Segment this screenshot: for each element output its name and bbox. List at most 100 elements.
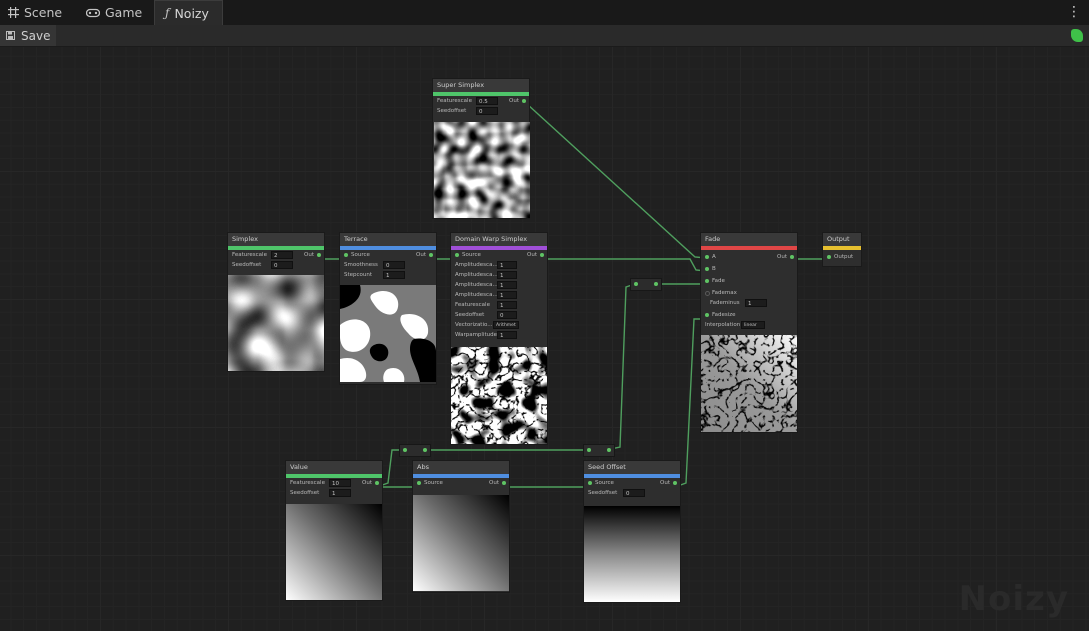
- fadesize-port[interactable]: [705, 313, 709, 317]
- fademax-input[interactable]: 1: [745, 299, 767, 307]
- interpolation-dropdown[interactable]: linear: [741, 321, 765, 329]
- row-fade: Fade: [701, 276, 797, 286]
- param-label: Amplitudesca...: [455, 282, 498, 288]
- param-input[interactable]: 1: [497, 271, 517, 279]
- reroute-in-port[interactable]: [634, 282, 638, 286]
- vectorization-dropdown[interactable]: Arithmet: [493, 321, 519, 329]
- param-input[interactable]: 1: [497, 301, 517, 309]
- param-label: Amplitudesca...: [455, 262, 498, 268]
- node-color-bar: [823, 246, 861, 250]
- wire-supersimplex-fade-a: [526, 103, 707, 259]
- tab-game[interactable]: Game: [86, 0, 142, 25]
- output-port[interactable]: [827, 255, 831, 259]
- param-row: Amplitudesca... 1: [451, 290, 547, 300]
- reroute-out-port[interactable]: [607, 448, 611, 452]
- stepcount-input[interactable]: 1: [383, 271, 405, 279]
- save-label: Save: [21, 28, 51, 43]
- noise-preview: [340, 285, 436, 382]
- param-input[interactable]: 1: [497, 331, 517, 339]
- reroute-out-port[interactable]: [423, 448, 427, 452]
- node-super-simplex[interactable]: Super Simplex Featurescale 0.5 Out Seedo…: [433, 79, 530, 218]
- noise-preview: [286, 504, 382, 600]
- gamepad-icon: [86, 8, 100, 18]
- out-port[interactable]: [317, 253, 321, 257]
- out-label: Out: [660, 480, 670, 486]
- reroute-node[interactable]: [630, 278, 662, 291]
- noise-preview: [413, 495, 509, 591]
- node-seed-offset[interactable]: Seed Offset Source Out Seedoffset 0: [584, 461, 680, 602]
- node-output[interactable]: Output Output: [823, 233, 861, 266]
- out-port[interactable]: [375, 481, 379, 485]
- out-port[interactable]: [429, 253, 433, 257]
- featurescale-input[interactable]: 0.5: [476, 97, 498, 105]
- param-label: Amplitudesca...: [455, 292, 498, 298]
- tab-game-label: Game: [105, 5, 143, 20]
- row-output: Output: [823, 252, 861, 262]
- param-input[interactable]: 1: [497, 281, 517, 289]
- out-port[interactable]: [522, 99, 526, 103]
- reroute-in-port[interactable]: [403, 448, 407, 452]
- node-title: Abs: [413, 461, 509, 474]
- fademax-port[interactable]: [705, 291, 710, 296]
- reroute-out-port[interactable]: [654, 282, 658, 286]
- featurescale-input[interactable]: 10: [329, 479, 351, 487]
- tab-scene[interactable]: Scene: [8, 0, 62, 25]
- row-seedoffset: Seedoffset 0: [228, 260, 324, 270]
- node-fade[interactable]: Fade A Out B Fade Fademax Fademinus 1 Fa…: [701, 233, 797, 432]
- out-port[interactable]: [502, 481, 506, 485]
- graph-canvas[interactable]: Super Simplex Featurescale 0.5 Out Seedo…: [0, 47, 1089, 631]
- node-title: Fade: [701, 233, 797, 246]
- smoothness-input[interactable]: 0: [383, 261, 405, 269]
- seedoffset-label: Seedoffset: [588, 490, 618, 496]
- row-source: Source Out: [451, 250, 547, 260]
- row-stepcount: Stepcount 1: [340, 270, 436, 280]
- out-port[interactable]: [540, 253, 544, 257]
- falloff-label: Fademinus: [710, 300, 740, 306]
- node-title: Output: [823, 233, 861, 246]
- out-port[interactable]: [790, 255, 794, 259]
- seedoffset-input[interactable]: 0: [476, 107, 498, 115]
- node-abs[interactable]: Abs Source Out: [413, 461, 509, 592]
- noise-preview: [584, 506, 680, 602]
- kebab-menu-icon[interactable]: ⋮: [1067, 4, 1081, 20]
- node-domain-warp-simplex[interactable]: Domain Warp Simplex Source Out Amplitude…: [451, 233, 547, 444]
- out-label: Out: [362, 480, 372, 486]
- a-port[interactable]: [705, 255, 709, 259]
- seedoffset-input[interactable]: 0: [623, 489, 645, 497]
- source-port[interactable]: [417, 481, 421, 485]
- out-port[interactable]: [673, 481, 677, 485]
- node-terrace[interactable]: Terrace Source Out Smoothness 0 Stepcoun…: [340, 233, 436, 384]
- param-input[interactable]: 0: [497, 311, 517, 319]
- source-label: Source: [424, 480, 443, 486]
- source-label: Source: [462, 252, 481, 258]
- param-input[interactable]: 1: [497, 261, 517, 269]
- source-port[interactable]: [455, 253, 459, 257]
- param-row: Featurescale 1: [451, 300, 547, 310]
- reroute-in-port[interactable]: [587, 448, 591, 452]
- seedoffset-label: Seedoffset: [437, 108, 467, 114]
- function-icon: ƒ: [165, 6, 170, 20]
- tab-noizy[interactable]: ƒ Noizy: [154, 0, 223, 25]
- node-simplex[interactable]: Simplex Featurescale 2 Out Seedoffset 0: [228, 233, 324, 371]
- featurescale-input[interactable]: 2: [271, 251, 293, 259]
- param-input[interactable]: 1: [497, 291, 517, 299]
- row-b: B: [701, 264, 797, 274]
- grid-icon: [8, 7, 19, 18]
- seedoffset-input[interactable]: 0: [271, 261, 293, 269]
- noise-preview: [228, 275, 324, 371]
- b-port[interactable]: [705, 267, 709, 271]
- source-label: Source: [595, 480, 614, 486]
- node-value[interactable]: Value Featurescale 10 Out Seedoffset 1: [286, 461, 382, 600]
- param-row: Amplitudesca... 1: [451, 260, 547, 270]
- stepcount-label: Stepcount: [344, 272, 373, 278]
- row-a: A Out: [701, 252, 797, 262]
- fade-port[interactable]: [705, 279, 709, 283]
- reroute-node[interactable]: [583, 444, 615, 457]
- toolbar: Save: [0, 25, 1089, 47]
- source-port[interactable]: [588, 481, 592, 485]
- seedoffset-input[interactable]: 1: [329, 489, 351, 497]
- reroute-node[interactable]: [399, 444, 431, 457]
- save-button[interactable]: Save: [0, 25, 56, 46]
- fade-label: Fade: [712, 278, 725, 284]
- source-port[interactable]: [344, 253, 348, 257]
